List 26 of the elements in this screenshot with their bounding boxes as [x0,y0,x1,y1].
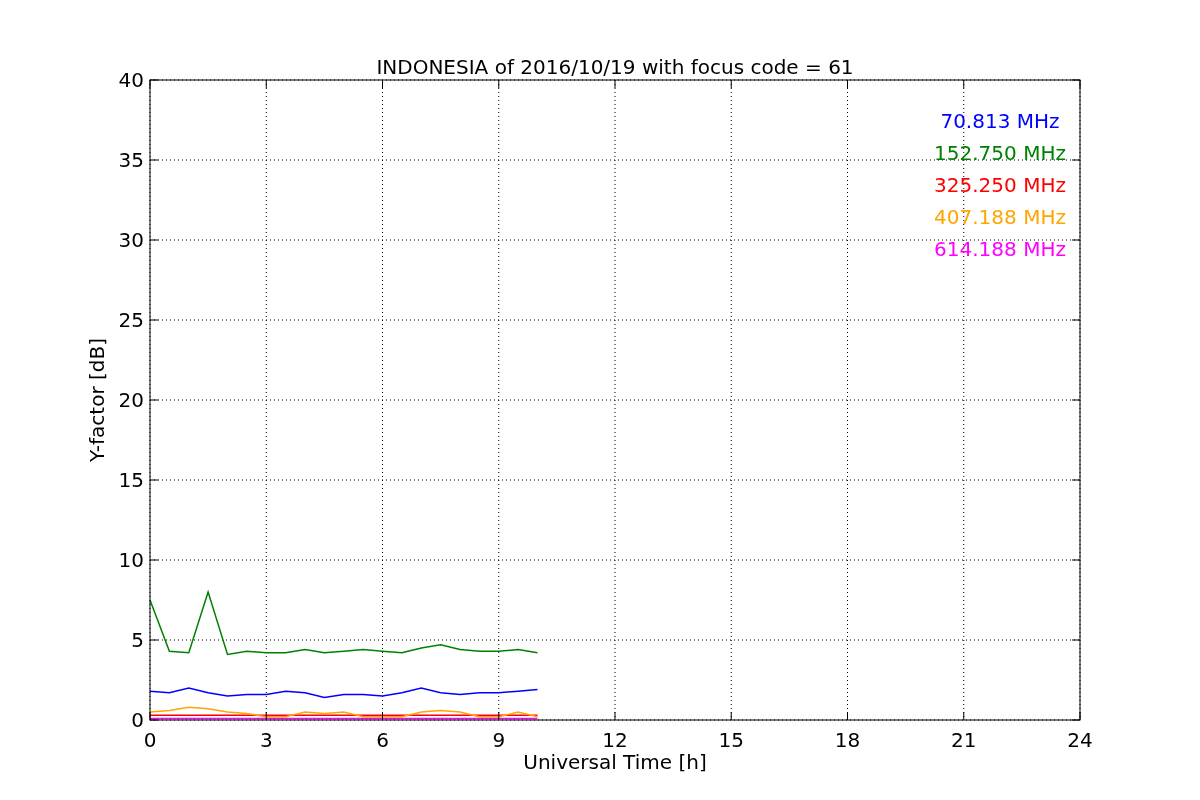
x-tick-label: 15 [718,728,744,752]
legend-label: 152.750 MHz [934,141,1066,165]
x-tick-label: 12 [602,728,628,752]
y-tick-label: 10 [118,548,144,572]
chart-title: INDONESIA of 2016/10/19 with focus code = 61 [376,55,854,79]
x-tick-label: 21 [951,728,977,752]
x-tick-label: 0 [143,728,157,752]
x-axis-label: Universal Time [h] [523,750,707,774]
x-tick-label: 18 [834,728,861,752]
legend-label: 70.813 MHz [940,109,1060,133]
x-tick-label: 3 [259,728,273,752]
y-axis-label: Y-factor [dB] [85,338,109,462]
x-tick-label: 24 [1067,728,1093,752]
x-tick-label: 6 [376,728,389,752]
y-tick-label: 35 [118,148,144,172]
legend-label: 407.188 MHz [934,205,1066,229]
legend-label: 325.250 MHz [934,173,1066,197]
y-tick-label: 25 [118,308,144,332]
x-tick-label: 9 [492,728,506,752]
y-tick-label: 40 [118,68,144,92]
y-tick-label: 15 [118,468,144,492]
legend-label: 614.188 MHz [934,237,1066,261]
y-tick-label: 0 [131,708,144,732]
y-tick-label: 30 [118,228,144,252]
y-tick-label: 20 [118,388,144,412]
y-tick-label: 5 [131,628,144,652]
